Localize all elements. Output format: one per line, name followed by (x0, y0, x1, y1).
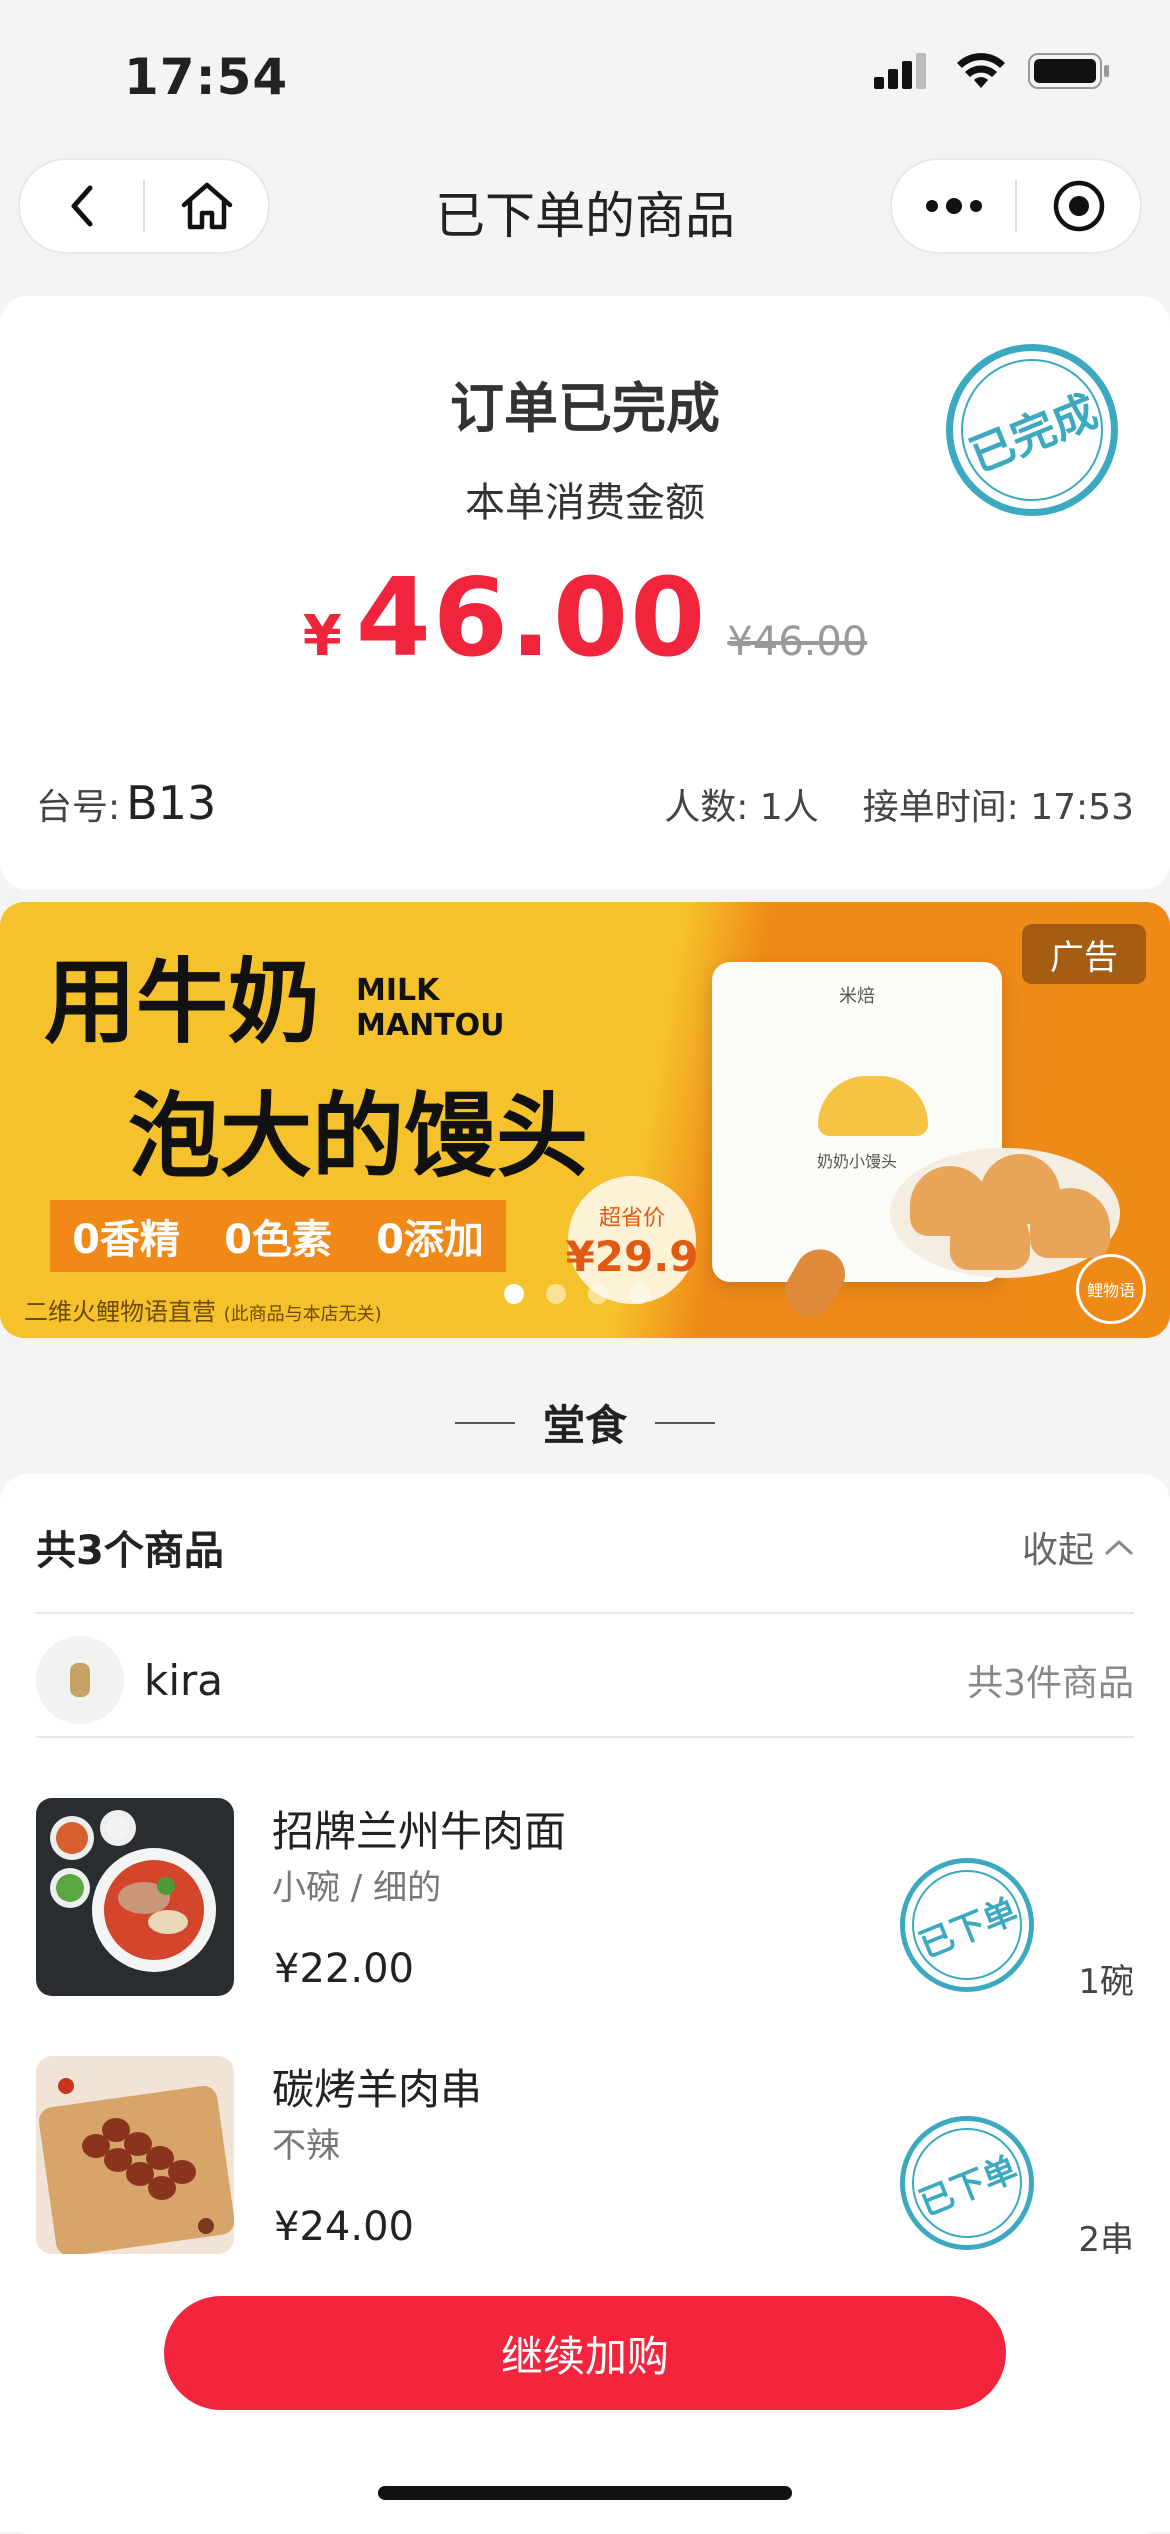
carousel-dot[interactable] (588, 1284, 608, 1304)
completed-stamp: 已完成 (939, 337, 1125, 523)
ad-headline-2: 泡大的馒头 (128, 1083, 589, 1190)
section-divider (655, 1421, 715, 1424)
item-spec: 不辣 (272, 2126, 340, 2166)
user-info: kira (36, 1636, 223, 1724)
collapse-label: 收起 (1021, 1530, 1094, 1571)
table-info: 台号: B13 (36, 776, 216, 830)
item-count: 共3个商品 (36, 1528, 224, 1574)
item-qty: 2串 (1078, 2220, 1134, 2260)
ad-buns-plate (890, 1148, 1120, 1278)
order-meta-row: 台号: B13 人数: 1人 接单时间: 17:53 (36, 776, 1134, 830)
item-qty: 1碗 (1078, 1962, 1134, 2002)
item-thumbnail (36, 1798, 234, 1996)
item-name: 碳烤羊肉串 (272, 2065, 483, 2114)
ad-features: 0香精 0色素 0添加 (50, 1200, 506, 1272)
carousel-dot[interactable] (630, 1284, 650, 1304)
user-name: kira (144, 1655, 223, 1705)
total-amount: 46.00 (355, 556, 708, 681)
avatar-figure (70, 1663, 90, 1697)
signal-icon (874, 53, 926, 89)
order-meta: 人数: 1人 接单时间: 17:53 (620, 778, 1134, 830)
ad-footer-note: (此商品与本店无关) (223, 1304, 382, 1325)
ad-feature: 0香精 (72, 1217, 180, 1263)
table-label: 台号: (36, 787, 121, 828)
table-number: B13 (126, 776, 217, 830)
bun (950, 1200, 1030, 1270)
continue-ordering-button[interactable]: 继续加购 (164, 2296, 1006, 2410)
home-indicator[interactable] (378, 2486, 792, 2500)
ordered-stamp: 已下单 (895, 1853, 1039, 1997)
more-icon (925, 198, 982, 214)
ordered-stamp-text: 已下单 (895, 2111, 1039, 2255)
ad-bag-brand: 米焙 (839, 986, 875, 1007)
item-thumbnail (36, 2056, 234, 2254)
carousel-dot[interactable] (546, 1284, 566, 1304)
nav-right-group (890, 158, 1142, 254)
item-price: ¥22.00 (274, 1946, 414, 1992)
item-name: 招牌兰州牛肉面 (272, 1807, 567, 1856)
ad-feature: 0添加 (376, 1217, 484, 1263)
carousel-dot[interactable] (504, 1284, 524, 1304)
list-item[interactable]: 碳烤羊肉串 不辣 ¥24.00 已下单 2串 (36, 2056, 1134, 2260)
chevron-up-icon (1105, 1539, 1133, 1555)
target-icon (1053, 180, 1104, 232)
ad-headline-1: 用牛奶 (44, 949, 321, 1056)
section-header: 堂食 (0, 1392, 1170, 1453)
ad-price: ¥29.9 (565, 1231, 699, 1281)
wifi-icon (957, 53, 1005, 88)
order-time: 接单时间: 17:53 (862, 787, 1134, 828)
ad-price-label: 超省价 (598, 1205, 665, 1231)
items-header: 共3个商品 收起 (36, 1518, 1134, 1576)
ordered-stamp: 已下单 (895, 2111, 1039, 2255)
ad-tag: 广告 (1022, 924, 1146, 984)
divider (36, 1736, 1134, 1738)
ad-english: MILK MANTOU (356, 973, 505, 1043)
user-item-count: 共3件商品 (967, 1663, 1134, 1704)
bun (1030, 1188, 1110, 1258)
divider (36, 1612, 1134, 1614)
item-spec: 小碗 / 细的 (272, 1868, 442, 1908)
ad-feature: 0色素 (224, 1217, 332, 1263)
section-title: 堂食 (542, 1401, 627, 1450)
original-amount: ¥46.00 (727, 619, 868, 665)
collapse-button[interactable]: 收起 (1022, 1521, 1134, 1573)
currency-symbol: ¥ (302, 604, 342, 669)
close-miniapp-button[interactable] (1017, 160, 1140, 252)
carousel-dots (504, 1284, 650, 1304)
section-divider (454, 1421, 515, 1424)
item-price: ¥24.00 (274, 2204, 414, 2250)
battery-icon (1028, 53, 1109, 89)
more-button[interactable] (892, 160, 1015, 252)
amount-row: ¥ 46.00 ¥46.00 (0, 556, 1170, 681)
ordered-stamp-text: 已下单 (895, 1853, 1039, 1997)
ad-footer: 二维火鲤物语直营 (此商品与本店无关) (24, 1292, 382, 1327)
list-item[interactable]: 招牌兰州牛肉面 小碗 / 细的 ¥22.00 已下单 1碗 (36, 1798, 1134, 2002)
user-row: kira 共3件商品 (36, 1636, 1134, 1724)
status-icons (874, 52, 1110, 90)
ad-brand-logo: 鲤物语 (1076, 1254, 1146, 1324)
ad-footer-text: 二维火鲤物语直营 (24, 1298, 216, 1326)
people-count: 人数: 1人 (664, 787, 819, 828)
status-time: 17:54 (124, 48, 289, 106)
avatar (36, 1636, 124, 1724)
